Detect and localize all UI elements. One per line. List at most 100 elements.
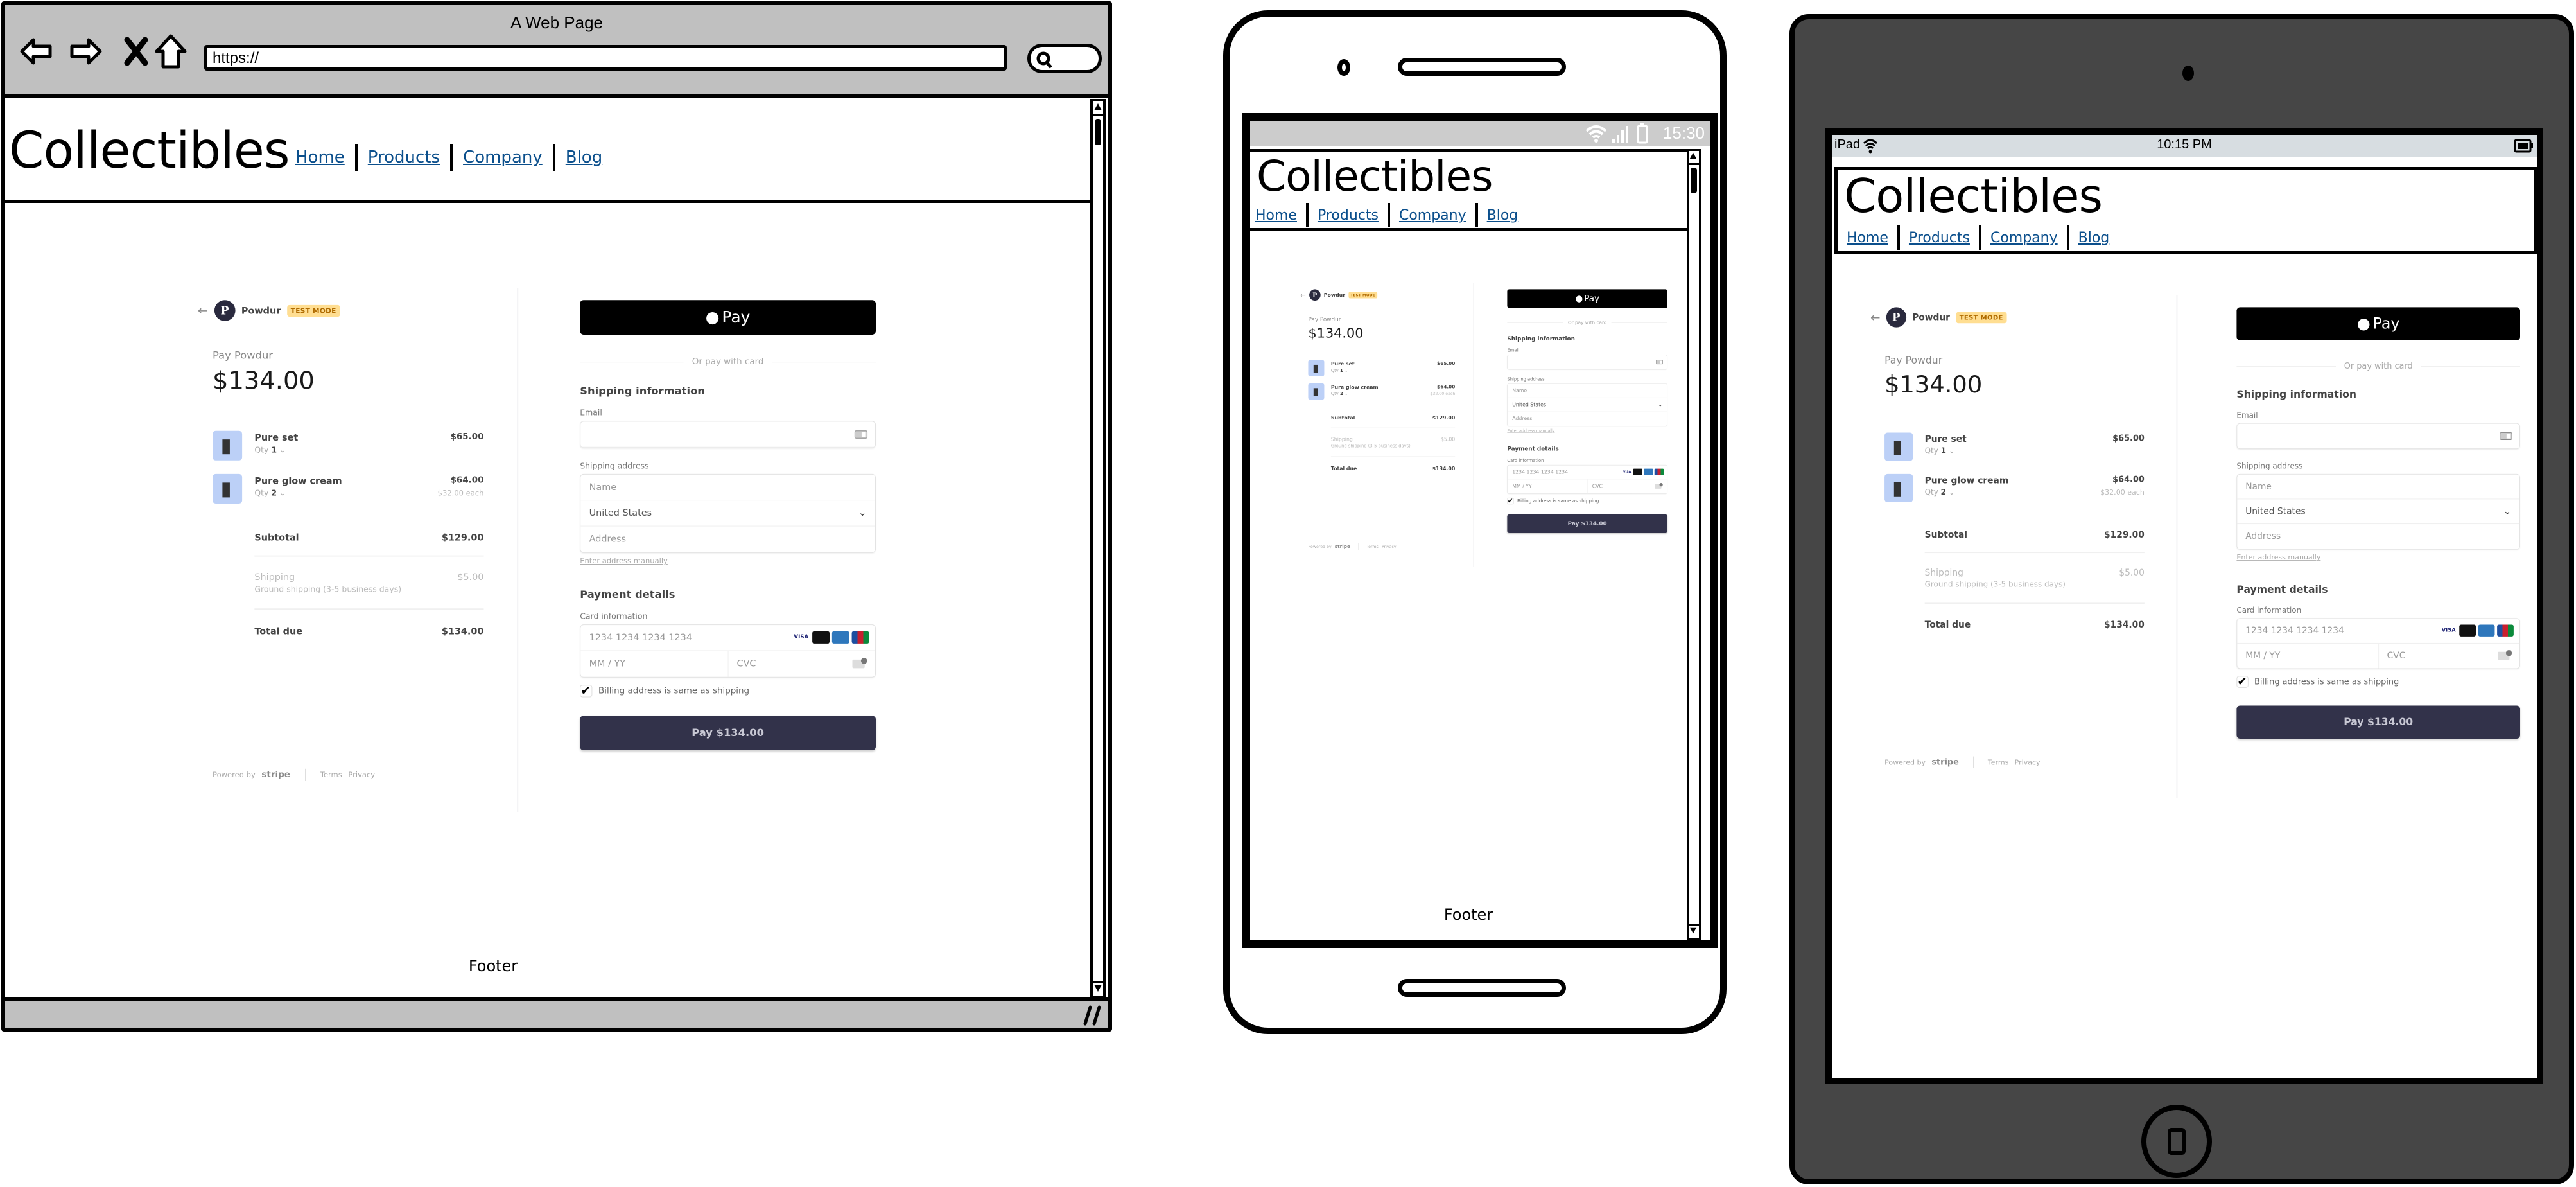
expiry-input[interactable]: MM / YY <box>1508 479 1588 494</box>
checkmark-icon[interactable]: ✔ <box>580 684 593 698</box>
contact-card-icon <box>2500 432 2512 440</box>
name-input[interactable]: Name <box>1507 384 1667 398</box>
enter-address-manually-link[interactable]: Enter address manually <box>2236 553 2320 561</box>
quantity-selector[interactable]: Qty 1 ⌄ <box>1331 368 1348 373</box>
enter-address-manually-link[interactable]: Enter address manually <box>580 557 668 565</box>
card-number-input[interactable]: 1234 1234 1234 1234 VISA <box>580 625 876 651</box>
scroll-down-arrow-icon[interactable] <box>1689 924 1699 938</box>
email-input[interactable] <box>580 421 876 448</box>
qty-value: 2 <box>1339 391 1343 397</box>
address-input[interactable]: Address <box>2237 524 2519 549</box>
email-field[interactable] <box>2236 423 2520 450</box>
card-number-input[interactable]: 1234 1234 1234 1234 VISA <box>2237 619 2520 644</box>
nav-link-home[interactable]: Home <box>1255 207 1297 224</box>
scroll-thumb[interactable] <box>1691 168 1697 193</box>
page-scrollbar[interactable] <box>1090 99 1106 998</box>
stripe-logo[interactable]: stripe <box>1931 757 1959 767</box>
enter-address-manually-link[interactable]: Enter address manually <box>1507 428 1554 433</box>
phone-camera <box>1337 59 1350 76</box>
address-input[interactable]: Address <box>1508 412 1667 426</box>
nav-link-products[interactable]: Products <box>1909 230 1970 246</box>
quantity-selector[interactable]: Qty 2 ⌄ <box>1925 488 1955 497</box>
privacy-link[interactable]: Privacy <box>2015 758 2041 766</box>
scroll-thumb[interactable] <box>1095 119 1101 145</box>
stop-x-icon[interactable] <box>118 33 154 69</box>
terms-link[interactable]: Terms <box>1988 758 2009 766</box>
name-input[interactable]: Name <box>2237 475 2520 500</box>
name-input[interactable]: Name <box>580 475 876 501</box>
billing-same-checkbox[interactable]: ✔ Billing address is same as shipping <box>1507 497 1599 505</box>
scroll-up-arrow-icon[interactable] <box>1689 151 1699 165</box>
forward-arrow-icon[interactable] <box>67 33 103 69</box>
checkmark-icon[interactable]: ✔ <box>1507 497 1514 505</box>
payment-details-title: Payment details <box>2236 583 2328 596</box>
quantity-selector[interactable]: Qty 2 ⌄ <box>254 489 286 498</box>
country-select[interactable]: United States ⌄ <box>2237 499 2520 525</box>
chevron-down-icon: ⌄ <box>1658 401 1663 408</box>
quantity-selector[interactable]: Qty 1 ⌄ <box>254 446 286 455</box>
url-input[interactable]: https:// <box>204 45 1007 71</box>
email-input[interactable] <box>2237 424 2520 449</box>
nav-link-blog[interactable]: Blog <box>566 148 602 167</box>
nav-link-company[interactable]: Company <box>463 148 543 167</box>
terms-link[interactable]: Terms <box>320 771 342 779</box>
email-input[interactable] <box>1507 355 1667 369</box>
billing-same-checkbox[interactable]: ✔ Billing address is same as shipping <box>580 684 749 698</box>
summary-divider <box>1924 552 2145 554</box>
payment-form-panel: ● Pay Or pay with card Shipping informat… <box>580 288 876 812</box>
email-field[interactable] <box>580 421 876 448</box>
tablet-home-button[interactable] <box>2141 1105 2212 1178</box>
apple-pay-button[interactable]: ● Pay <box>580 300 876 335</box>
country-select[interactable]: United States ⌄ <box>1507 398 1667 412</box>
cvc-input[interactable]: CVC <box>2379 644 2519 669</box>
privacy-link[interactable]: Privacy <box>1382 544 1397 549</box>
pay-button[interactable]: Pay $134.00 <box>2236 705 2520 739</box>
card-number-input[interactable]: 1234 1234 1234 1234 VISA <box>1507 465 1667 480</box>
qty-label: Qty <box>254 445 269 455</box>
nav-link-products[interactable]: Products <box>368 148 440 167</box>
nav-link-blog[interactable]: Blog <box>1487 207 1519 224</box>
stripe-logo[interactable]: stripe <box>261 770 290 780</box>
nav-link-company[interactable]: Company <box>1990 230 2058 246</box>
card-brand-icons: VISA <box>1622 468 1664 476</box>
back-arrow-icon[interactable]: ← <box>1300 291 1306 299</box>
expiry-input[interactable]: MM / YY <box>2237 643 2379 669</box>
terms-link[interactable]: Terms <box>1366 544 1378 549</box>
resize-grip-icon[interactable] <box>1083 1005 1102 1026</box>
privacy-link[interactable]: Privacy <box>348 771 375 779</box>
address-input[interactable]: Address <box>580 527 875 552</box>
nav-link-blog[interactable]: Blog <box>2078 230 2110 246</box>
quantity-selector[interactable]: Qty 2 ⌄ <box>1331 392 1348 397</box>
scroll-up-arrow-icon[interactable] <box>1093 101 1103 116</box>
back-arrow-icon[interactable] <box>19 33 55 69</box>
billing-same-label: Billing address is same as shipping <box>1517 498 1599 504</box>
search-button[interactable] <box>1027 44 1102 73</box>
nav-link-products[interactable]: Products <box>1318 207 1379 224</box>
apple-pay-button[interactable]: ● Pay <box>2236 307 2520 340</box>
nav-link-home[interactable]: Home <box>1847 230 1888 246</box>
apple-pay-button[interactable]: ● Pay <box>1507 289 1667 308</box>
scroll-down-arrow-icon[interactable] <box>1093 981 1103 996</box>
phone-home-button[interactable] <box>1398 979 1566 997</box>
nav-link-company[interactable]: Company <box>1399 207 1466 224</box>
checkmark-icon[interactable]: ✔ <box>2236 676 2249 688</box>
back-arrow-icon[interactable]: ← <box>1870 310 1880 324</box>
email-field[interactable] <box>1507 355 1667 370</box>
subtotal-label: Subtotal <box>1330 414 1355 421</box>
quantity-selector[interactable]: Qty 1 ⌄ <box>1925 447 1955 456</box>
home-icon[interactable] <box>153 33 189 69</box>
expiry-input[interactable]: MM / YY <box>580 651 729 677</box>
phone-mockup: 15:30 Collectibles Home Products Company… <box>1223 10 1727 1034</box>
pay-button[interactable]: Pay $134.00 <box>1507 514 1667 533</box>
billing-same-checkbox[interactable]: ✔ Billing address is same as shipping <box>2236 676 2399 688</box>
country-select[interactable]: United States ⌄ <box>580 500 876 527</box>
pay-button[interactable]: Pay $134.00 <box>580 716 876 750</box>
cvc-input[interactable]: CVC <box>728 651 875 676</box>
nav-link-home[interactable]: Home <box>295 148 345 167</box>
page-scrollbar[interactable] <box>1687 149 1701 940</box>
stripe-logo[interactable]: stripe <box>1335 544 1350 549</box>
merchant-header: ← P Powdur TEST MODE <box>198 300 340 321</box>
cvc-input[interactable]: CVC <box>1587 479 1667 493</box>
product-thumbnail <box>213 430 243 461</box>
back-arrow-icon[interactable]: ← <box>198 303 208 318</box>
